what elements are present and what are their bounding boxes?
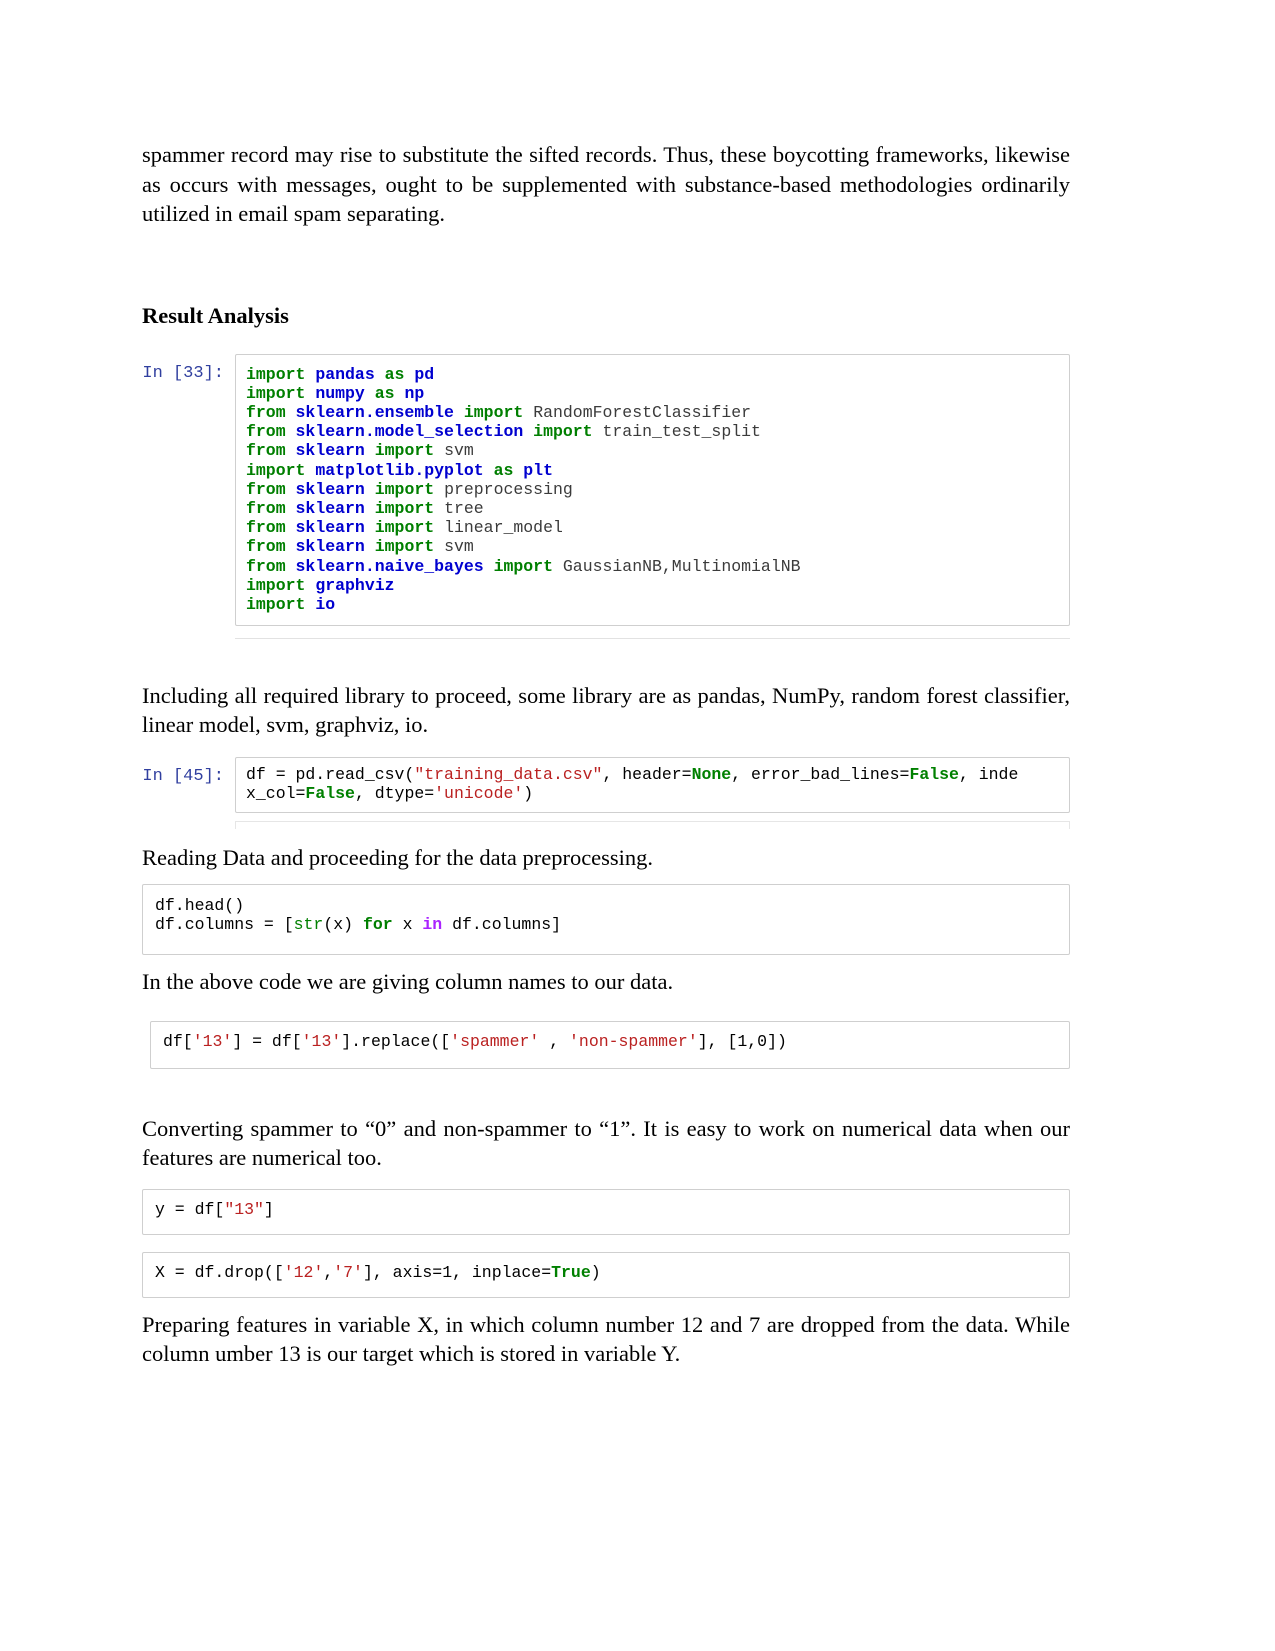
notebook-cell-drop[interactable]: X = df.drop(['12','7'], axis=1, inplace=… — [142, 1251, 1070, 1298]
code-read-csv: df = pd.read_csv("training_data.csv", he… — [246, 764, 1019, 803]
code-drop: X = df.drop(['12','7'], axis=1, inplace=… — [155, 1262, 601, 1282]
paragraph-after-drop: Preparing features in variable X, in whi… — [142, 1311, 1070, 1367]
paragraph-after-columns: In the above code we are giving column n… — [142, 969, 674, 994]
page-title: Result Analysis — [142, 302, 289, 328]
notebook-cell-replace[interactable]: df['13'] = df['13'].replace(['spammer' ,… — [150, 1020, 1070, 1069]
code-editor-columns[interactable]: df.head() df.columns = [str(x) for x in … — [142, 884, 1070, 955]
code-editor-target[interactable]: y = df["13"] — [142, 1188, 1070, 1235]
code-editor-replace[interactable]: df['13'] = df['13'].replace(['spammer' ,… — [150, 1020, 1070, 1069]
notebook-cell-columns[interactable]: df.head() df.columns = [str(x) for x in … — [142, 884, 1070, 955]
code-imports: import pandas as pd import numpy as np f… — [246, 364, 801, 614]
cell-trailing-edge-read-csv — [235, 820, 1070, 829]
code-editor-imports[interactable]: import pandas as pd import numpy as np f… — [235, 353, 1070, 626]
code-editor-drop[interactable]: X = df.drop(['12','7'], axis=1, inplace=… — [142, 1251, 1070, 1298]
code-editor-read-csv[interactable]: df = pd.read_csv("training_data.csv", he… — [235, 756, 1070, 813]
page-content: spammer record may rise to substitute th… — [142, 140, 1070, 1369]
paragraph-after-imports: Including all required library to procee… — [142, 682, 1070, 738]
code-columns: df.head() df.columns = [str(x) for x in … — [155, 896, 562, 935]
notebook-cell-read-csv[interactable]: In [45]: df = pd.read_csv("training_data… — [142, 756, 1070, 813]
paragraph-after-replace: Converting spammer to “0” and non-spamme… — [142, 1115, 1070, 1171]
code-replace: df['13'] = df['13'].replace(['spammer' ,… — [163, 1031, 787, 1051]
notebook-cell-target[interactable]: y = df["13"] — [142, 1188, 1070, 1235]
paragraph-after-readcsv: Reading Data and proceeding for the data… — [142, 844, 654, 870]
notebook-cell-imports[interactable]: In [33]: import pandas as pd import nump… — [142, 353, 1070, 626]
cell-prompt-read-csv: In [45]: — [142, 766, 224, 786]
cell-prompt-imports: In [33]: — [142, 363, 224, 383]
code-target: y = df["13"] — [155, 1199, 274, 1219]
intro-paragraph: spammer record may rise to substitute th… — [142, 142, 1070, 226]
document-page: spammer record may rise to substitute th… — [0, 0, 1275, 1651]
